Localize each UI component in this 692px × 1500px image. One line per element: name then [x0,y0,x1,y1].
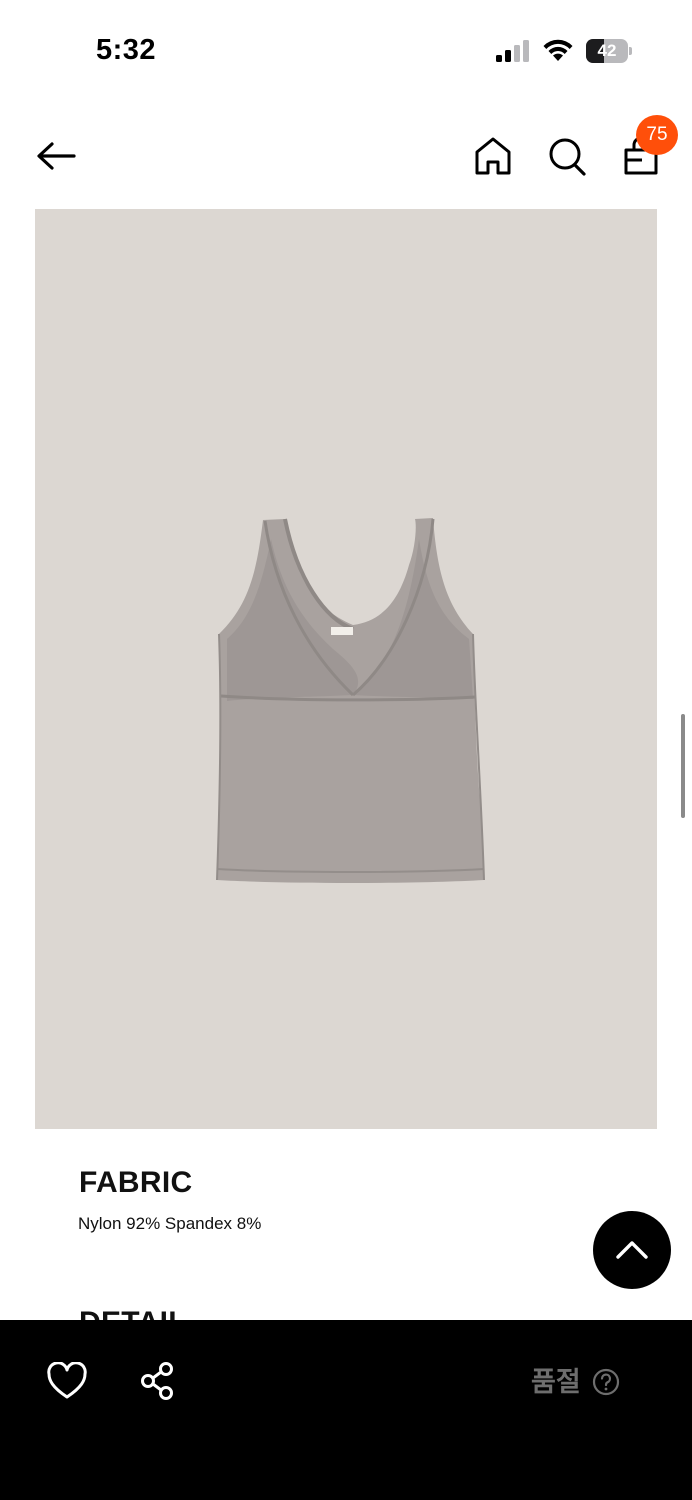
wishlist-button[interactable] [46,1361,88,1402]
search-icon [549,138,586,176]
product-image[interactable] [35,209,657,1129]
chevron-up-icon [616,1241,648,1259]
heart-icon [47,1361,87,1399]
wifi-icon [543,39,573,61]
status-bar: 5:32 42 [0,0,692,100]
cart-count-badge: 75 [636,115,678,155]
share-icon [141,1362,173,1400]
battery-level: 42 [597,41,617,60]
tank-top-image [216,518,485,883]
home-button[interactable] [472,134,514,178]
home-icon [475,137,511,175]
search-button[interactable] [546,134,588,178]
top-nav [0,110,692,200]
fabric-text: Nylon 92% Spandex 8% [78,1214,262,1233]
fabric-title: FABRIC [79,1166,193,1199]
status-time: 5:32 [96,34,157,66]
signal-icon [496,40,529,62]
back-arrow-icon [37,142,76,170]
scroll-to-top-button[interactable] [593,1211,671,1289]
battery-icon: 42 [586,39,632,63]
soldout-label: 품절 [531,1367,581,1397]
back-button[interactable] [32,136,80,176]
scroll-indicator[interactable] [681,714,685,818]
product-detail-screen: 5:32 42 75 FABRIC Nylon 92% Spandex 8% 품… [0,0,692,1500]
help-icon[interactable] [592,1368,620,1396]
bottom-action-bar: 품절 [0,1320,692,1500]
share-button[interactable] [138,1360,178,1402]
